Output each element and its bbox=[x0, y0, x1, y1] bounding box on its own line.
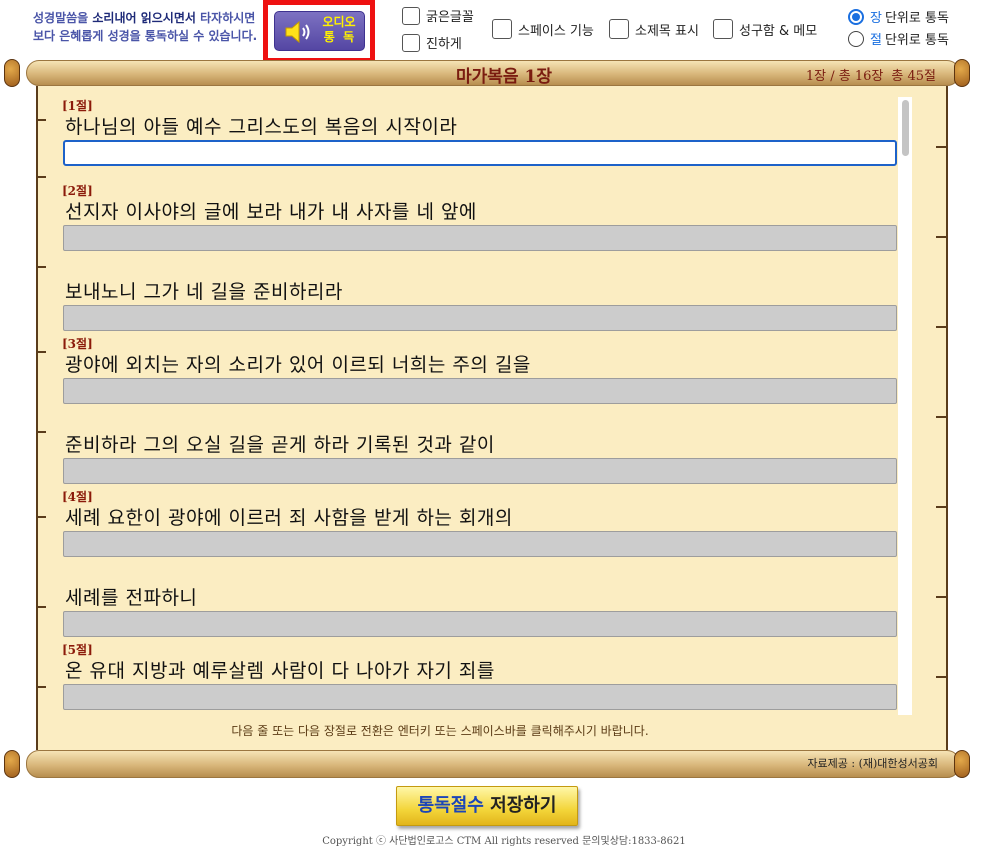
chapter-counter: 1장 / 총 16장 총 45절 bbox=[806, 65, 936, 84]
typing-input[interactable] bbox=[63, 611, 897, 637]
chapter-mode-accent: 장 bbox=[870, 11, 882, 26]
verse-text: 선지자 이사야의 글에 보라 내가 내 사자를 네 앞에 bbox=[65, 201, 477, 223]
save-button-part1: 통독절수 bbox=[417, 795, 484, 816]
darker-checkbox[interactable]: 진하게 bbox=[402, 33, 462, 52]
subtitle-checkbox[interactable]: 소제목 표시 bbox=[609, 19, 699, 39]
edge-tick bbox=[936, 676, 946, 678]
verse-text: 보내노니 그가 네 길을 준비하리라 bbox=[65, 281, 343, 303]
intro-text: 성경말씀을 소리내어 읽으시면서 타자하시면 보다 은혜롭게 성경을 통독하실 … bbox=[33, 9, 263, 45]
chapter-mode-radio[interactable]: 장 단위로 통독 bbox=[848, 7, 949, 26]
edge-tick bbox=[936, 146, 946, 148]
typing-input[interactable] bbox=[63, 531, 897, 557]
bold-font-checkbox[interactable]: 굵은글꼴 bbox=[402, 6, 474, 25]
navigation-hint: 다음 줄 또는 다음 장절로 전환은 엔터키 또는 스페이스바를 클릭해주시기 … bbox=[231, 724, 649, 738]
edge-tick bbox=[936, 236, 946, 238]
source-credit: 자료제공 : (재)대한성서공회 bbox=[807, 757, 938, 770]
chapter-position: 1장 / 총 16장 bbox=[805, 69, 884, 84]
verse-memo-box[interactable] bbox=[713, 19, 733, 39]
edge-tick bbox=[936, 596, 946, 598]
save-verse-count-button[interactable]: 통독절수 저장하기 bbox=[396, 786, 578, 826]
scroll-knob-bottom-left bbox=[4, 750, 20, 778]
chapter-mode-label: 단위로 통독 bbox=[884, 11, 949, 26]
copyright: Copyright ⓒ 사단법인로고스 CTM All rights reser… bbox=[322, 836, 686, 847]
edge-tick bbox=[936, 326, 946, 328]
scroll-knob-bottom-right bbox=[954, 750, 970, 778]
subtitle-box[interactable] bbox=[609, 19, 629, 39]
audio-button-label: 오디오 통 독 bbox=[319, 15, 359, 45]
intro-line1-a: 성경말씀을 bbox=[33, 11, 93, 25]
chapter-mode-dot[interactable] bbox=[848, 8, 864, 25]
verse-text: 하나님의 아들 예수 그리스도의 복음의 시작이라 bbox=[65, 116, 458, 138]
audio-label-line1: 오디오 bbox=[322, 15, 356, 29]
verse-mode-dot[interactable] bbox=[848, 30, 864, 47]
verse-memo-label: 성구함 & 메모 bbox=[739, 23, 818, 39]
intro-line1-c: 타자하시면 bbox=[195, 11, 256, 25]
space-feature-checkbox[interactable]: 스페이스 기능 bbox=[492, 19, 594, 39]
verse-text: 온 유대 지방과 예루살렘 사람이 다 나아가 자기 죄를 bbox=[65, 660, 495, 682]
typing-input[interactable] bbox=[63, 140, 897, 166]
verse-text: 광야에 외치는 자의 소리가 있어 이르되 너희는 주의 길을 bbox=[65, 354, 531, 376]
space-feature-box[interactable] bbox=[492, 19, 512, 39]
edge-tick bbox=[936, 506, 946, 508]
subtitle-label: 소제목 표시 bbox=[635, 23, 699, 39]
speaker-icon bbox=[284, 20, 314, 48]
typing-input[interactable] bbox=[63, 305, 897, 331]
verse-text: 세례를 전파하니 bbox=[65, 587, 198, 609]
space-feature-label: 스페이스 기능 bbox=[518, 23, 594, 39]
intro-line2: 보다 은혜롭게 성경을 통독하실 수 있습니다. bbox=[33, 29, 258, 43]
verse-scrollbar-thumb[interactable] bbox=[902, 100, 909, 156]
verse-text: 준비하라 그의 오실 길을 곧게 하라 기록된 것과 같이 bbox=[65, 434, 495, 456]
bold-font-label: 굵은글꼴 bbox=[426, 10, 474, 25]
verse-text: 세례 요한이 광야에 이르러 죄 사함을 받게 하는 회개의 bbox=[65, 507, 513, 529]
darker-box[interactable] bbox=[402, 33, 420, 52]
verse-mode-accent: 절 bbox=[870, 33, 882, 48]
verse-list: [1절] 하나님의 아들 예수 그리스도의 복음의 시작이라 [2절] 선지자 이사야… bbox=[40, 95, 898, 715]
typing-input[interactable] bbox=[63, 458, 897, 484]
audio-highlight-frame: 오디오 통 독 bbox=[263, 0, 375, 63]
verse-mode-radio[interactable]: 절 단위로 통독 bbox=[848, 29, 949, 48]
typing-input[interactable] bbox=[63, 684, 897, 710]
verse-scrollbar[interactable] bbox=[898, 97, 912, 715]
audio-reading-button[interactable]: 오디오 통 독 bbox=[274, 11, 365, 51]
verse-total: 총 45절 bbox=[891, 69, 936, 84]
typing-input[interactable] bbox=[63, 225, 897, 251]
darker-label: 진하게 bbox=[426, 37, 462, 52]
audio-label-line2: 통 독 bbox=[323, 30, 355, 44]
bold-font-box[interactable] bbox=[402, 6, 420, 25]
intro-line1-b: 소리내어 읽으시면서 bbox=[92, 11, 196, 25]
edge-tick bbox=[936, 416, 946, 418]
verse-mode-label: 단위로 통독 bbox=[884, 33, 949, 48]
typing-input[interactable] bbox=[63, 378, 897, 404]
verse-memo-checkbox[interactable]: 성구함 & 메모 bbox=[713, 19, 817, 39]
save-button-part2: 저장하기 bbox=[490, 795, 557, 816]
